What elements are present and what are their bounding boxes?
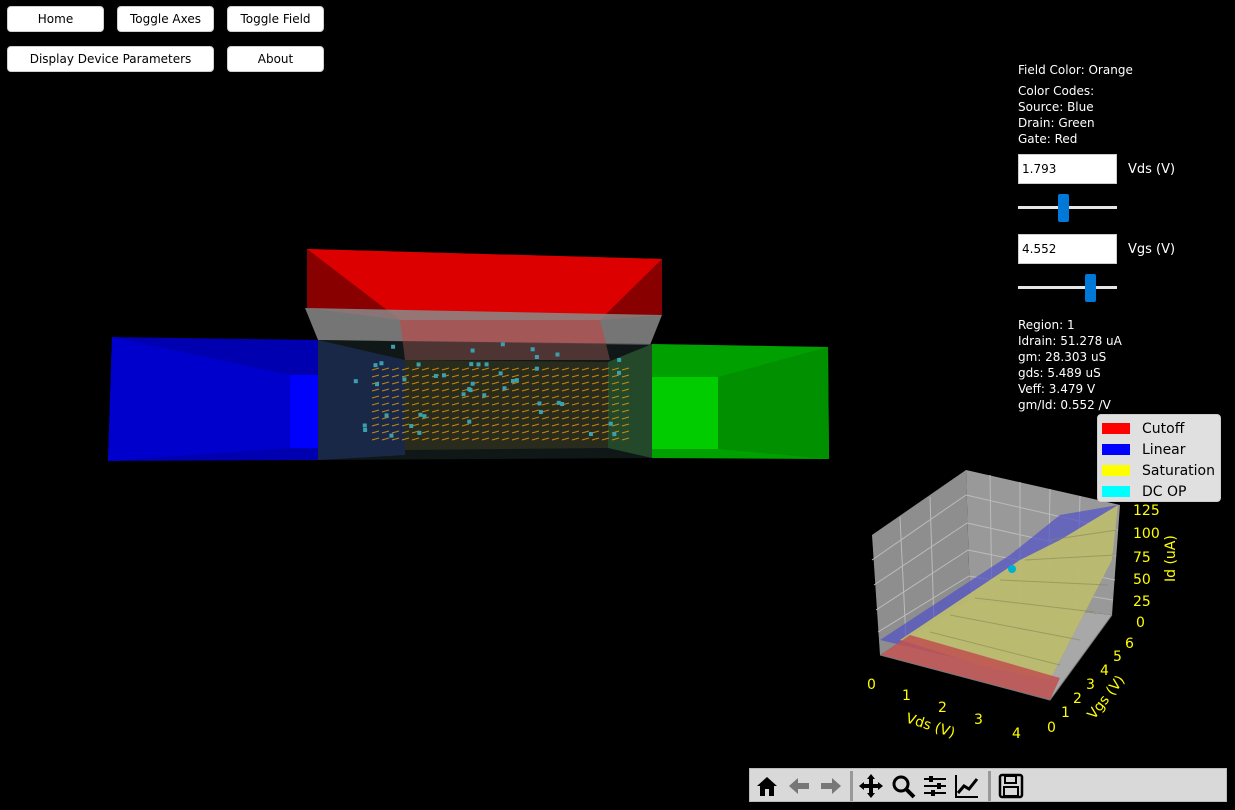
legend-swatch	[1102, 465, 1130, 476]
carrier-particle	[617, 370, 622, 375]
carrier-particle	[362, 423, 367, 428]
carrier-particle	[502, 386, 507, 391]
carrier-particle	[538, 410, 543, 415]
legend-label: Cutoff	[1142, 420, 1185, 437]
color-codes-title: Color Codes:	[1018, 84, 1095, 98]
carrier-particle	[467, 419, 472, 424]
legend-item-dc-op: DC OP	[1102, 481, 1216, 502]
carrier-particle	[514, 378, 519, 383]
legend-item-linear: Linear	[1102, 439, 1216, 460]
carrier-particle	[510, 379, 515, 384]
gm-id-text: gm/Id: 0.552 /V	[1018, 398, 1111, 412]
carrier-particle	[556, 400, 561, 405]
home-icon[interactable]	[752, 771, 782, 801]
carrier-particle	[555, 352, 560, 357]
carrier-particle	[498, 371, 503, 376]
gds-text: gds: 5.489 uS	[1018, 366, 1101, 380]
save-icon[interactable]	[996, 771, 1026, 801]
legend-item-saturation: Saturation	[1102, 460, 1216, 481]
carrier-particle	[470, 348, 475, 353]
carrier-particle	[534, 366, 539, 371]
vgs-slider[interactable]	[1018, 286, 1117, 289]
forward-arrow-icon[interactable]	[816, 771, 846, 801]
legend-label: Linear	[1142, 441, 1186, 458]
carrier-particle	[467, 387, 472, 392]
carrier-particle	[391, 344, 396, 349]
carrier-particle	[441, 373, 446, 378]
carrier-particle	[384, 413, 389, 418]
carrier-particle	[484, 362, 489, 367]
source-color-text: Source: Blue	[1018, 100, 1094, 114]
carrier-particle	[375, 382, 380, 387]
carrier-particle	[612, 432, 617, 437]
carrier-particle	[537, 401, 542, 406]
carrier-particle	[530, 347, 535, 352]
legend-swatch	[1102, 486, 1130, 497]
carrier-particle	[402, 377, 407, 382]
carrier-particle	[418, 412, 423, 417]
carrier-particle	[353, 379, 358, 384]
vgs-input[interactable]	[1018, 234, 1117, 264]
vgs-slider-thumb[interactable]	[1084, 274, 1096, 302]
carrier-particle	[409, 423, 414, 428]
carrier-particle	[373, 363, 378, 368]
legend-label: Saturation	[1142, 462, 1215, 479]
vds-label: Vds (V)	[1128, 162, 1176, 177]
gate-color-text: Gate: Red	[1018, 132, 1078, 146]
vds-input[interactable]	[1018, 154, 1117, 184]
region-text: Region: 1	[1018, 318, 1075, 332]
carrier-particle	[469, 362, 474, 367]
carrier-particle	[461, 392, 466, 397]
field-color-text: Field Color: Orange	[1018, 63, 1133, 77]
carrier-particle	[588, 431, 593, 436]
legend-swatch	[1102, 444, 1130, 455]
legend-label: DC OP	[1142, 483, 1187, 500]
carrier-particle	[482, 393, 487, 398]
back-arrow-icon[interactable]	[784, 771, 814, 801]
carrier-particle	[470, 381, 475, 386]
configure-icon[interactable]	[920, 771, 950, 801]
region-legend: Cutoff Linear Saturation DC OP	[1097, 414, 1221, 502]
carrier-particle	[417, 430, 422, 435]
legend-item-cutoff: Cutoff	[1102, 418, 1216, 439]
carrier-particle	[363, 427, 368, 432]
carrier-particle	[416, 362, 421, 367]
carrier-particle	[476, 362, 481, 367]
zoom-icon[interactable]	[888, 771, 918, 801]
veff-text: Veff: 3.479 V	[1018, 382, 1096, 396]
gm-text: gm: 28.303 uS	[1018, 350, 1107, 364]
carrier-particle	[433, 373, 438, 378]
carrier-particle	[617, 357, 622, 362]
edit-curve-icon[interactable]	[952, 771, 982, 801]
carrier-particle	[500, 342, 505, 347]
idrain-text: Idrain: 51.278 uA	[1018, 334, 1122, 348]
vds-slider-thumb[interactable]	[1057, 194, 1069, 222]
carrier-particle	[422, 414, 427, 419]
carrier-particle	[389, 433, 394, 438]
legend-swatch	[1102, 423, 1130, 434]
vgs-label: Vgs (V)	[1128, 242, 1176, 257]
drain-color-text: Drain: Green	[1018, 116, 1095, 130]
carrier-particle	[379, 361, 384, 366]
pan-icon[interactable]	[856, 771, 886, 801]
plot-toolbar	[749, 768, 1227, 802]
carrier-particle	[534, 355, 539, 360]
carrier-particle	[608, 421, 613, 426]
